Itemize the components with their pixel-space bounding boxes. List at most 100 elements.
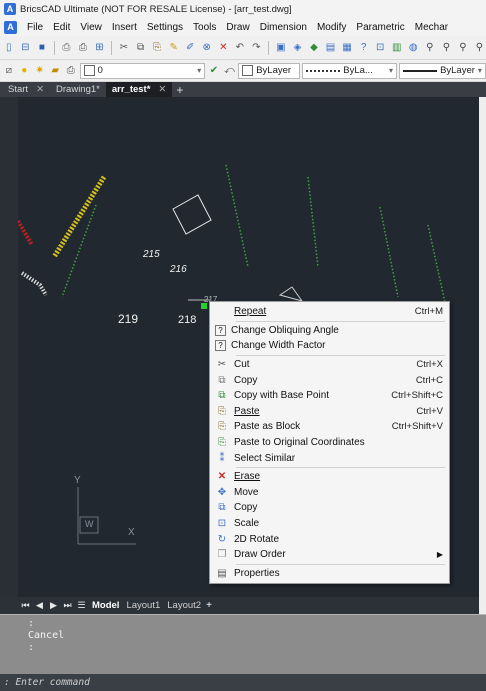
select-similar-icon: ⁑	[219, 452, 225, 464]
tab-layout2[interactable]: Layout2	[165, 600, 203, 611]
properties-toolbar-icon[interactable]: ◆	[307, 41, 321, 55]
menu-settings[interactable]: Settings	[147, 22, 183, 33]
menu-tools[interactable]: Tools	[193, 22, 216, 33]
menu-item-erase[interactable]: ✕ Erase	[210, 469, 449, 485]
delete-icon[interactable]: ✕	[217, 41, 231, 55]
previous-layout-icon[interactable]: ◀	[34, 600, 45, 611]
close-icon[interactable]: ✕	[158, 84, 166, 95]
zoom-realtime-icon[interactable]: ⚲	[423, 41, 437, 55]
menu-item-copy-with-base-point[interactable]: ⧉ Copy with Base Point Ctrl+Shift+C	[210, 388, 449, 404]
add-layout-button[interactable]: +	[206, 600, 212, 611]
text-entity-218[interactable]: 218	[178, 314, 196, 326]
menu-item-copy-entity[interactable]: ⧉ Copy	[210, 500, 449, 516]
menu-item-select-similar[interactable]: ⁑ Select Similar	[210, 450, 449, 466]
tab-arr-test[interactable]: arr_test* ✕	[105, 82, 173, 97]
layout-list-icon[interactable]: ☰	[76, 600, 87, 611]
menu-item-cut[interactable]: ✂ Cut Ctrl+X	[210, 357, 449, 373]
yellow-hatch-entity[interactable]	[51, 175, 107, 259]
menu-item-change-width-factor[interactable]: ? Change Width Factor	[210, 338, 449, 354]
green-dotted-line[interactable]	[379, 206, 399, 298]
menu-modify[interactable]: Modify	[317, 22, 346, 33]
menu-item-change-obliquing-angle[interactable]: ? Change Obliquing Angle	[210, 323, 449, 339]
explorer-icon[interactable]: ⊗	[200, 41, 214, 55]
first-layout-icon[interactable]: ⏮	[20, 600, 31, 611]
undo-icon[interactable]: ↶	[233, 41, 247, 55]
menu-parametric[interactable]: Parametric	[356, 22, 404, 33]
make-current-icon[interactable]: ✔	[207, 64, 221, 78]
menu-item-copy[interactable]: ⧉ Copy Ctrl+C	[210, 372, 449, 388]
tab-start[interactable]: Start ✕	[2, 82, 50, 97]
lightbulb-icon[interactable]: ●	[18, 64, 32, 78]
white-hatch-entity[interactable]	[20, 271, 48, 297]
command-input[interactable]: : Enter command	[0, 674, 486, 691]
chart-icon[interactable]: ▥	[390, 41, 404, 55]
red-hatch-entity[interactable]	[18, 219, 34, 247]
new-file-icon[interactable]: ▯	[2, 41, 16, 55]
menu-item-2d-rotate[interactable]: ↻ 2D Rotate	[210, 531, 449, 547]
publish-icon[interactable]: ⊞	[93, 41, 107, 55]
green-dotted-line[interactable]	[225, 164, 249, 268]
next-layout-icon[interactable]: ▶	[48, 600, 59, 611]
green-dotted-line[interactable]	[61, 204, 97, 298]
menu-item-move[interactable]: ✥ Move	[210, 485, 449, 501]
zoom-extents-icon[interactable]: ⚲	[473, 41, 486, 55]
new-tab-button[interactable]: +	[172, 82, 187, 97]
app-menu-icon[interactable]: A	[4, 20, 17, 34]
tab-model[interactable]: Model	[90, 600, 121, 611]
pan-icon[interactable]: ◍	[406, 41, 420, 55]
green-dotted-line[interactable]	[307, 176, 319, 268]
menu-item-scale[interactable]: ⊡ Scale	[210, 516, 449, 532]
toolbar-divider	[111, 40, 113, 55]
green-dotted-line[interactable]	[427, 224, 447, 308]
menu-item-paste-as-block[interactable]: ⎘ Paste as Block Ctrl+Shift+V	[210, 419, 449, 435]
print-icon[interactable]: ⎙	[76, 41, 90, 55]
help-toolbar-icon[interactable]: ?	[357, 41, 371, 55]
menu-item-properties[interactable]: ▤ Properties	[210, 566, 449, 582]
print-layer-icon[interactable]: ⎙	[64, 64, 78, 78]
paste-icon[interactable]: ⎘	[150, 41, 164, 55]
last-layout-icon[interactable]: ⏭	[62, 600, 73, 611]
menu-item-paste-to-original-coordinates[interactable]: ⎘ Paste to Original Coordinates	[210, 435, 449, 451]
tool-palette-icon[interactable]: ▦	[340, 41, 354, 55]
small-shape-entity[interactable]	[278, 286, 304, 302]
redo-icon[interactable]: ↷	[250, 41, 264, 55]
save-icon[interactable]: ■	[35, 41, 49, 55]
open-file-icon[interactable]: ⊟	[19, 41, 33, 55]
tab-layout1[interactable]: Layout1	[124, 600, 162, 611]
layer-previous-icon[interactable]: ⤺	[223, 64, 237, 78]
layer-manager-icon[interactable]: ▣	[274, 41, 288, 55]
color-dropdown[interactable]: ByLayer	[238, 62, 301, 79]
text-entity-219[interactable]: 219	[118, 312, 138, 326]
menu-view[interactable]: View	[80, 22, 102, 33]
menu-dimension[interactable]: Dimension	[260, 22, 307, 33]
text-entity-216[interactable]: 216	[170, 264, 187, 275]
close-icon[interactable]: ✕	[36, 84, 44, 95]
print-preview-icon[interactable]: ⎙	[60, 41, 74, 55]
design-center-icon[interactable]: ◈	[291, 41, 305, 55]
menu-insert[interactable]: Insert	[112, 22, 137, 33]
menu-mechanical[interactable]: Mechar	[415, 22, 448, 33]
layer-states-icon[interactable]: ⧄	[2, 64, 16, 78]
zoom-window-icon[interactable]: ⚲	[440, 41, 454, 55]
menu-draw[interactable]: Draw	[226, 22, 249, 33]
tab-drawing1[interactable]: Drawing1*	[50, 82, 106, 97]
sheet-set-icon[interactable]: ▤	[324, 41, 338, 55]
copy-icon[interactable]: ⧉	[134, 41, 148, 55]
square-entity[interactable]	[172, 194, 212, 235]
layer-dropdown[interactable]: 0 ▾	[79, 62, 206, 79]
menu-file[interactable]: File	[27, 22, 43, 33]
linetype-dropdown[interactable]: ByLa... ▾	[302, 62, 398, 79]
menu-item-draw-order[interactable]: ❐ Draw Order ▶	[210, 547, 449, 563]
text-entity-215[interactable]: 215	[143, 249, 160, 260]
lineweight-dropdown[interactable]: ByLayer ▾	[399, 62, 486, 79]
menu-edit[interactable]: Edit	[53, 22, 70, 33]
menu-item-repeat[interactable]: Repeat Ctrl+M	[210, 304, 449, 320]
brush-icon[interactable]: ✐	[183, 41, 197, 55]
match-properties-icon[interactable]: ✎	[167, 41, 181, 55]
drawing-explorer-icon[interactable]: ⊡	[373, 41, 387, 55]
lock-icon[interactable]: ▰	[49, 64, 63, 78]
sun-icon[interactable]: ✷	[33, 64, 47, 78]
cut-icon[interactable]: ✂	[117, 41, 131, 55]
menu-item-paste[interactable]: ⎘ Paste Ctrl+V	[210, 404, 449, 420]
zoom-previous-icon[interactable]: ⚲	[456, 41, 470, 55]
